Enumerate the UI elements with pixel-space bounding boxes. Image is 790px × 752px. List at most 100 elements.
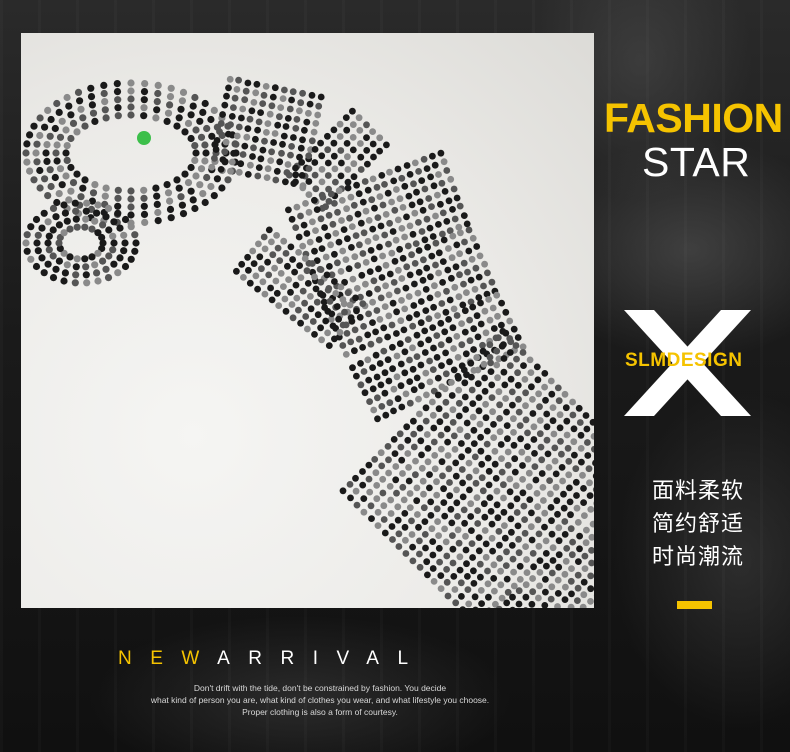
- rhinestone: [243, 88, 250, 95]
- rhinestone: [428, 512, 435, 519]
- rhinestone: [308, 305, 315, 312]
- rhinestone: [207, 183, 214, 190]
- rhinestone: [360, 495, 367, 502]
- rhinestone: [102, 266, 109, 273]
- rhinestone: [103, 114, 110, 121]
- rhinestone: [256, 253, 263, 260]
- rhinestone: [60, 277, 67, 284]
- rhinestone: [407, 490, 414, 497]
- rhinestone: [482, 308, 489, 315]
- rhinestone: [332, 179, 339, 186]
- rhinestone: [398, 444, 405, 451]
- rhinestone: [236, 124, 243, 131]
- rhinestone: [515, 382, 522, 389]
- rhinestone: [221, 102, 228, 109]
- rhinestone: [70, 120, 77, 127]
- rhinestone: [74, 224, 81, 231]
- rhinestone: [353, 373, 360, 380]
- rhinestone: [166, 198, 173, 205]
- rhinestone: [346, 215, 353, 222]
- rhinestone: [346, 265, 353, 272]
- rhinestone: [201, 157, 208, 164]
- rhinestone: [417, 341, 424, 348]
- rhinestone: [218, 184, 225, 191]
- rhinestone: [470, 346, 477, 353]
- rhinestone: [52, 266, 59, 273]
- rhinestone: [362, 281, 369, 288]
- rhinestone: [73, 128, 80, 135]
- rhinestone: [180, 210, 187, 217]
- rhinestone: [555, 564, 562, 571]
- rhinestone: [363, 121, 370, 128]
- rhinestone: [370, 141, 377, 148]
- rhinestone: [443, 566, 450, 573]
- rhinestone: [518, 449, 525, 456]
- rhinestone: [240, 274, 247, 281]
- rhinestone: [576, 405, 583, 412]
- rhinestone: [110, 239, 117, 246]
- rhinestone: [402, 348, 409, 355]
- rhinestone: [52, 213, 59, 220]
- rhinestone: [373, 352, 380, 359]
- rhinestone: [264, 174, 271, 181]
- rhinestone: [79, 114, 86, 121]
- rhinestone: [173, 176, 180, 183]
- rhinestone: [105, 274, 112, 281]
- rhinestone: [437, 201, 444, 208]
- rhinestone: [382, 412, 389, 419]
- rhinestone: [337, 121, 344, 128]
- rhinestone: [454, 312, 461, 319]
- rhinestone: [401, 510, 408, 517]
- rhinestone: [434, 518, 441, 525]
- rhinestone: [434, 354, 441, 361]
- rhinestone: [218, 120, 225, 127]
- rhinestone: [549, 570, 556, 577]
- rhinestone: [141, 96, 148, 103]
- arrival-rest: ARRIVAL: [217, 648, 426, 669]
- rhinestone: [358, 381, 365, 388]
- rhinestone: [337, 329, 344, 336]
- rhinestone: [337, 133, 344, 140]
- rhinestone: [573, 479, 580, 486]
- rhinestone: [473, 467, 480, 474]
- rhinestone: [542, 576, 549, 583]
- rhinestone: [349, 364, 356, 371]
- rhinestone: [522, 543, 529, 550]
- rhinestone: [109, 246, 116, 253]
- rhinestone: [541, 384, 548, 391]
- rhinestone: [529, 396, 536, 403]
- rhinestone: [356, 190, 363, 197]
- rhinestone: [398, 457, 405, 464]
- rhinestone: [483, 329, 490, 336]
- rhinestone: [555, 577, 562, 584]
- rhinestone: [396, 543, 403, 550]
- rhinestone: [430, 366, 437, 373]
- rhinestone: [392, 258, 399, 265]
- rhinestone: [568, 565, 575, 572]
- rhinestone: [218, 166, 225, 173]
- rhinestone: [114, 195, 121, 202]
- rhinestone: [483, 554, 490, 561]
- rhinestone: [101, 98, 108, 105]
- rhinestone: [510, 429, 517, 436]
- rhinestone: [285, 207, 292, 214]
- rhinestone: [471, 580, 478, 587]
- rhinestone: [116, 225, 123, 232]
- rhinestone: [410, 231, 417, 238]
- rhinestone: [140, 195, 147, 202]
- rhinestone: [570, 438, 577, 445]
- rhinestone: [305, 152, 312, 159]
- rhinestone: [381, 181, 388, 188]
- rhinestone: [388, 510, 395, 517]
- rhinestone: [497, 568, 504, 575]
- rhinestone: [388, 199, 395, 206]
- rhinestone: [275, 302, 282, 309]
- rhinestone: [382, 390, 389, 397]
- rhinestone: [459, 606, 466, 608]
- rhinestone: [77, 106, 84, 113]
- rhinestone: [465, 248, 472, 255]
- rhinestone: [496, 388, 503, 395]
- rhinestone: [584, 452, 591, 459]
- rhinestone: [504, 576, 511, 583]
- rhinestone: [45, 218, 52, 225]
